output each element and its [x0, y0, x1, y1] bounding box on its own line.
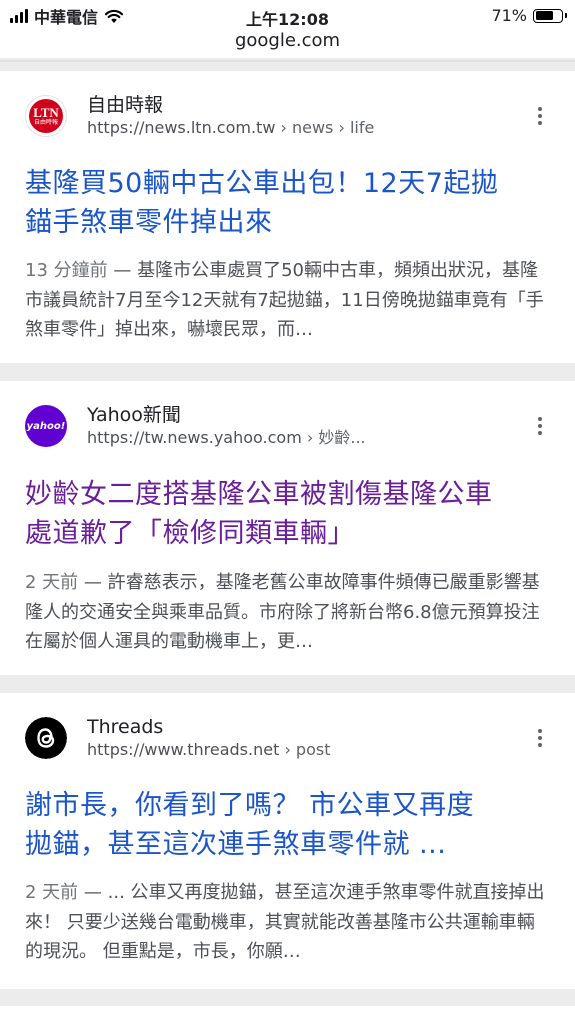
- result-snippet: 2 天前 — ... 公車又再度拋錨，甚至這次連手煞車零件就直接掉出來！ 只要少…: [25, 882, 545, 962]
- result-url[interactable]: https://tw.news.yahoo.com › 妙齡...: [87, 427, 530, 449]
- result-title-link[interactable]: 基隆買50輛中古公車出包！12天7起拋 錨手煞車零件掉出來: [25, 164, 550, 242]
- result-age: 13 分鐘前: [25, 260, 108, 281]
- battery-icon: [533, 8, 567, 23]
- result-source-name[interactable]: 自由時報: [87, 93, 530, 117]
- search-result-threads: Threads https://www.threads.net › post 謝…: [0, 693, 575, 989]
- yahoo-logo-icon[interactable]: yahoo!: [25, 405, 67, 447]
- result-source-name[interactable]: Yahoo新聞: [87, 403, 530, 427]
- search-result-next: [0, 1006, 575, 1024]
- search-result-yahoo: yahoo! Yahoo新聞 https://tw.news.yahoo.com…: [0, 381, 575, 675]
- result-source-name[interactable]: Threads: [87, 715, 530, 739]
- more-options-icon[interactable]: [530, 417, 550, 435]
- threads-logo-icon[interactable]: [25, 717, 67, 759]
- ltn-logo-icon[interactable]: LTN 自由時報: [25, 95, 67, 137]
- result-title-link[interactable]: 謝市長，你看到了嗎？ 市公車又再度 拋錨，甚至這次連手煞車零件就 ...: [25, 786, 550, 864]
- battery-fill: [535, 11, 554, 20]
- result-title-link[interactable]: 妙齡女二度搭基隆公車被割傷基隆公車 處道歉了「檢修同類車輛」: [25, 475, 550, 553]
- result-age: 2 天前: [25, 882, 79, 903]
- result-url[interactable]: https://www.threads.net › post: [87, 739, 530, 761]
- battery-percent: 71%: [491, 6, 527, 25]
- more-options-icon[interactable]: [530, 729, 550, 747]
- clock: 上午12:08: [246, 10, 329, 29]
- status-bar: 中華電信 上午12:08 71% google.com: [0, 0, 575, 58]
- status-right: 71%: [491, 6, 567, 25]
- result-age: 2 天前: [25, 572, 79, 593]
- address-bar-url[interactable]: google.com: [0, 30, 575, 51]
- more-options-icon[interactable]: [530, 107, 550, 125]
- top-divider: [0, 60, 575, 62]
- result-snippet: 2 天前 — 許睿慈表示，基隆老舊公車故障事件頻傳已嚴重影響基隆人的交通安全與乘…: [25, 572, 540, 652]
- result-url[interactable]: https://news.ltn.com.tw › news › life: [87, 117, 530, 139]
- result-snippet: 13 分鐘前 — 基隆市公車處買了50輛中古車，頻頻出狀況，基隆市議員統計7月至…: [25, 260, 544, 340]
- search-result-ltn: LTN 自由時報 自由時報 https://news.ltn.com.tw › …: [0, 71, 575, 363]
